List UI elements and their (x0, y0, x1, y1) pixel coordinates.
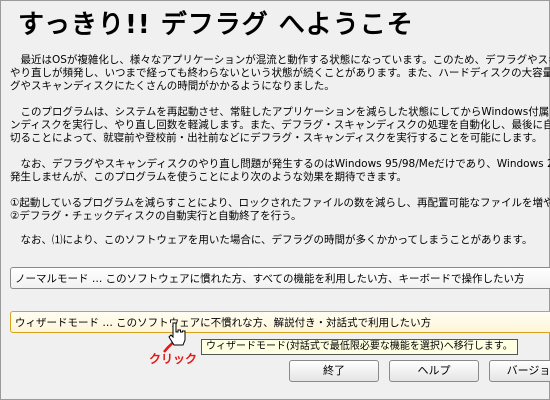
intro-text: 最近はOSが複雑化し、様々なアプリケーションが混流と動作する状態になっています。… (10, 54, 550, 260)
normal-mode-button[interactable]: ノーマルモード … このソフトウェアに慣れた方、すべての機能を利用したい方、キー… (10, 267, 550, 289)
help-button[interactable]: ヘルプ (389, 360, 479, 382)
intro-paragraph-5: なお、⑴により、このソフトウェアを用いた場合に、デフラグの時間が多くかかってしま… (10, 234, 533, 246)
window-title: すっきり!! デフラグ へようこそ (18, 10, 414, 40)
normal-mode-label: ノーマルモード … このソフトウェアに慣れた方、すべての機能を利用したい方、キー… (15, 273, 525, 285)
welcome-window: すっきり!! デフラグ へようこそ 最近はOSが複雑化し、様々なアプリケーション… (0, 0, 550, 400)
version-button[interactable]: バージョン (489, 360, 550, 382)
exit-button[interactable]: 終了 (289, 360, 379, 382)
wizard-mode-label: ウィザードモード … このソフトウェアに不慣れな方、解説付き・対話式で利用したい… (15, 317, 432, 329)
wizard-mode-button[interactable]: ウィザードモード … このソフトウェアに不慣れな方、解説付き・対話式で利用したい… (10, 311, 550, 333)
intro-paragraph-4: ①起動しているプログラムを減らすことにより、ロックされたファイルの数を減らし、再… (10, 197, 550, 222)
intro-paragraph-3: なお、デフラグやスキャンディスクのやり直し問題が発生するのはWindows 95… (10, 158, 550, 183)
intro-paragraph-1: 最近はOSが複雑化し、様々なアプリケーションが混流と動作する状態になっています。… (10, 54, 550, 92)
intro-paragraph-2: このプログラムは、システムを再起動させ、常駐したアプリケーションを減らした状態に… (10, 106, 550, 144)
wizard-tooltip: ウィザードモード(対話式で最低限必要な機能を選択)へ移行します。 (201, 339, 518, 355)
hand-cursor-icon (168, 322, 186, 346)
click-annotation: クリック (149, 352, 198, 366)
